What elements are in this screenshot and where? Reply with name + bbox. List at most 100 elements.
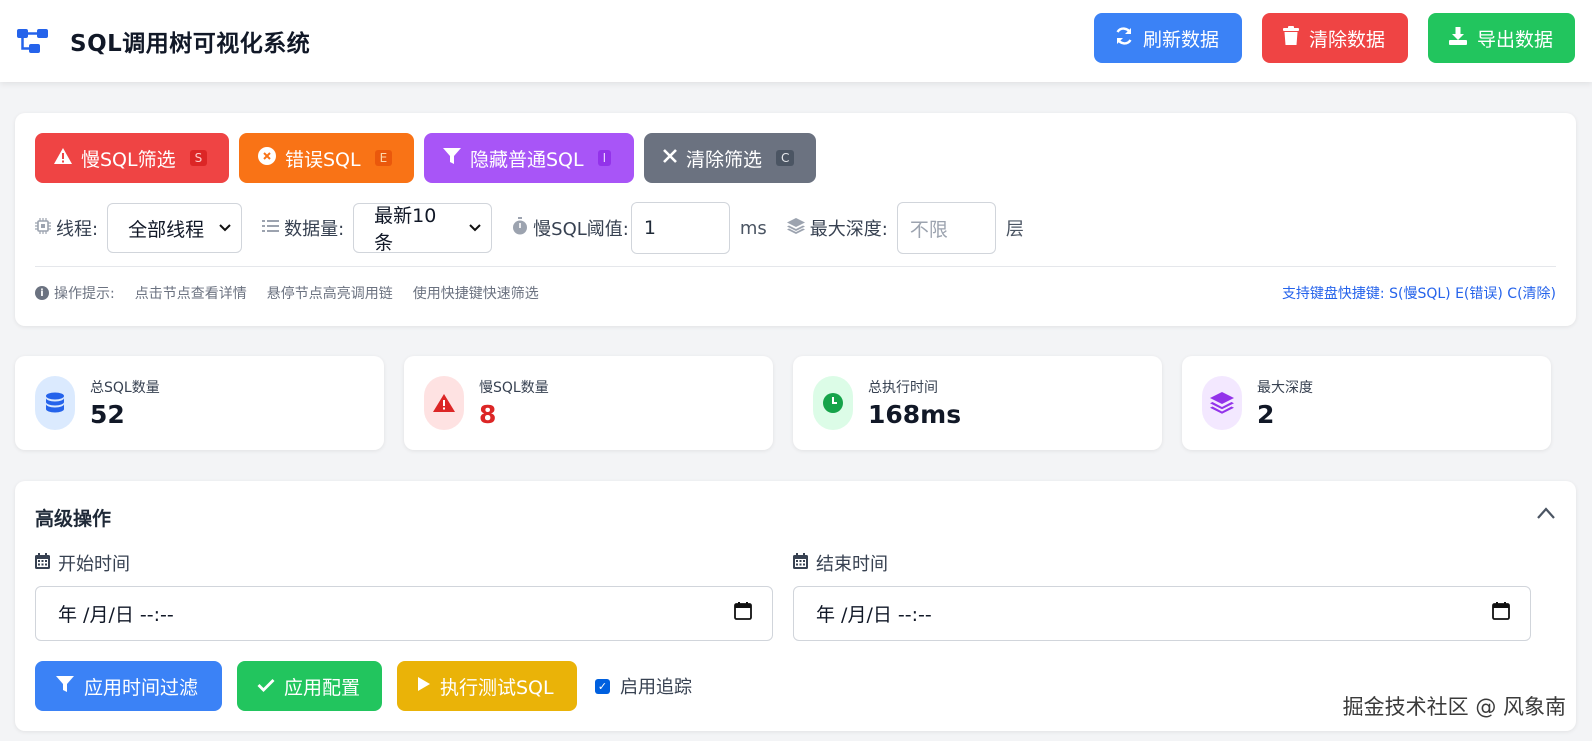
data-amount-label-text: 数据量: [284, 219, 345, 240]
apply-config-button[interactable]: 应用配置 [237, 661, 382, 711]
clear-data-button[interactable]: 清除数据 [1262, 13, 1408, 63]
layers-icon [1202, 376, 1242, 430]
start-time-label: 开始时间 [35, 550, 130, 576]
stat-label: 慢SQL数量 [479, 380, 549, 396]
hint-item: 悬停节点高亮调用链 [266, 286, 393, 302]
end-time-label: 结束时间 [793, 550, 888, 576]
calendar-picker-icon[interactable] [734, 602, 752, 625]
error-sql-filter-label: 错误SQL [285, 148, 361, 171]
trash-icon [1282, 25, 1300, 51]
stat-label: 最大深度 [1257, 380, 1313, 396]
hide-normal-sql-label: 隐藏普通SQL [470, 148, 584, 171]
calendar-icon [793, 552, 808, 574]
apply-time-filter-label: 应用时间过滤 [84, 676, 199, 699]
clock-icon [813, 376, 853, 430]
close-icon [662, 147, 678, 169]
hint-label: 操作提示: [54, 286, 115, 302]
calendar-picker-icon[interactable] [1492, 602, 1510, 625]
filter-icon [55, 675, 75, 698]
app-header: SQL调用树可视化系统 刷新数据 清除数据 导出数据 [0, 0, 1592, 82]
start-time-label-text: 开始时间 [58, 554, 130, 575]
error-circle-icon [257, 146, 277, 171]
slow-threshold-label: 慢SQL阈值: [512, 215, 629, 241]
chip-icon [35, 218, 51, 238]
check-icon [257, 675, 275, 697]
enable-tracking-checkbox[interactable]: ✓ 启用追踪 [595, 673, 692, 699]
warning-icon [53, 147, 73, 170]
stat-label: 总执行时间 [868, 380, 938, 396]
run-test-sql-button[interactable]: 执行测试SQL [397, 661, 577, 711]
download-icon [1448, 26, 1468, 51]
enable-tracking-label: 启用追踪 [620, 677, 692, 698]
filter-icon [442, 147, 462, 170]
shortcut-key-badge: E [374, 150, 393, 166]
checkmark-icon[interactable]: ✓ [595, 678, 610, 694]
chevron-down-icon [469, 221, 481, 236]
stat-value: 8 [479, 400, 497, 429]
clear-data-label: 清除数据 [1309, 28, 1386, 51]
export-data-button[interactable]: 导出数据 [1428, 13, 1575, 63]
refresh-icon [1114, 26, 1134, 51]
clear-filter-label: 清除筛选 [686, 148, 763, 171]
slow-sql-filter-label: 慢SQL筛选 [81, 148, 176, 171]
shortcut-key-badge: C [776, 150, 795, 166]
divider [35, 266, 1556, 267]
max-depth-label-text: 最大深度: [809, 219, 888, 240]
error-sql-filter-button[interactable]: 错误SQL E [239, 133, 414, 183]
thread-label-text: 线程: [56, 219, 99, 240]
refresh-data-label: 刷新数据 [1143, 28, 1220, 51]
export-data-label: 导出数据 [1477, 28, 1554, 51]
app-title: SQL调用树可视化系统 [70, 31, 311, 57]
filter-panel: 慢SQL筛选 S 错误SQL E 隐藏普通SQL I 清除筛选 C 线程: 全部… [15, 113, 1576, 326]
shortcut-key-badge: I [597, 150, 612, 166]
hide-normal-sql-button[interactable]: 隐藏普通SQL I [424, 133, 634, 183]
stat-value: 2 [1257, 400, 1275, 429]
warning-icon [424, 376, 464, 430]
clear-filter-button[interactable]: 清除筛选 C [644, 133, 816, 183]
start-time-input[interactable]: 年 /月/日 --:-- [35, 586, 773, 641]
slow-threshold-label-text: 慢SQL阈值: [533, 219, 629, 240]
play-icon [417, 675, 431, 697]
apply-config-label: 应用配置 [284, 676, 361, 699]
stat-card-total-time: 总执行时间 168ms [793, 356, 1162, 450]
stat-card-max-depth: 最大深度 2 [1182, 356, 1551, 450]
stat-label: 总SQL数量 [90, 380, 160, 396]
apply-time-filter-button[interactable]: 应用时间过滤 [35, 661, 222, 711]
stat-value: 52 [90, 400, 125, 429]
stopwatch-icon [512, 217, 528, 239]
end-time-input[interactable]: 年 /月/日 --:-- [793, 586, 1531, 641]
start-time-value: 年 /月/日 --:-- [58, 604, 174, 626]
thread-select-value: 全部线程 [128, 218, 205, 241]
run-test-sql-label: 执行测试SQL [440, 676, 554, 699]
slow-threshold-input[interactable]: 1 [630, 202, 730, 254]
max-depth-label: 最大深度: [786, 215, 888, 241]
slow-sql-filter-button[interactable]: 慢SQL筛选 S [35, 133, 229, 183]
stat-value: 168ms [868, 400, 962, 429]
stat-card-total-sql: 总SQL数量 52 [15, 356, 384, 450]
data-amount-select[interactable]: 最新10条 [353, 203, 493, 254]
chevron-down-icon [219, 221, 231, 236]
hint-row: i 操作提示: 点击节点查看详情 悬停节点高亮调用链 使用快捷键快速筛选 支持键… [35, 283, 1556, 303]
thread-select[interactable]: 全部线程 [107, 203, 243, 253]
refresh-data-button[interactable]: 刷新数据 [1094, 13, 1242, 63]
hint-item: 点击节点查看详情 [134, 286, 247, 302]
threshold-unit: ms [739, 217, 767, 239]
depth-unit: 层 [1005, 219, 1024, 240]
data-amount-label: 数据量: [262, 215, 344, 241]
end-time-label-text: 结束时间 [816, 554, 888, 575]
thread-label: 线程: [35, 215, 98, 241]
sitemap-icon [16, 26, 50, 56]
hint-item: 使用快捷键快速筛选 [412, 286, 539, 302]
watermark: 掘金技术社区 @ 风象南 [1342, 695, 1566, 719]
database-icon [35, 376, 75, 430]
calendar-icon [35, 552, 50, 574]
advanced-title: 高级操作 [35, 508, 112, 530]
layers-icon [786, 218, 805, 238]
info-icon: i [35, 286, 49, 300]
max-depth-input[interactable]: 不限 [896, 202, 996, 254]
data-amount-select-value: 最新10条 [374, 205, 437, 254]
stat-card-slow-sql: 慢SQL数量 8 [404, 356, 773, 450]
end-time-value: 年 /月/日 --:-- [816, 604, 932, 626]
list-icon [262, 219, 280, 237]
chevron-up-icon[interactable] [1536, 505, 1556, 521]
